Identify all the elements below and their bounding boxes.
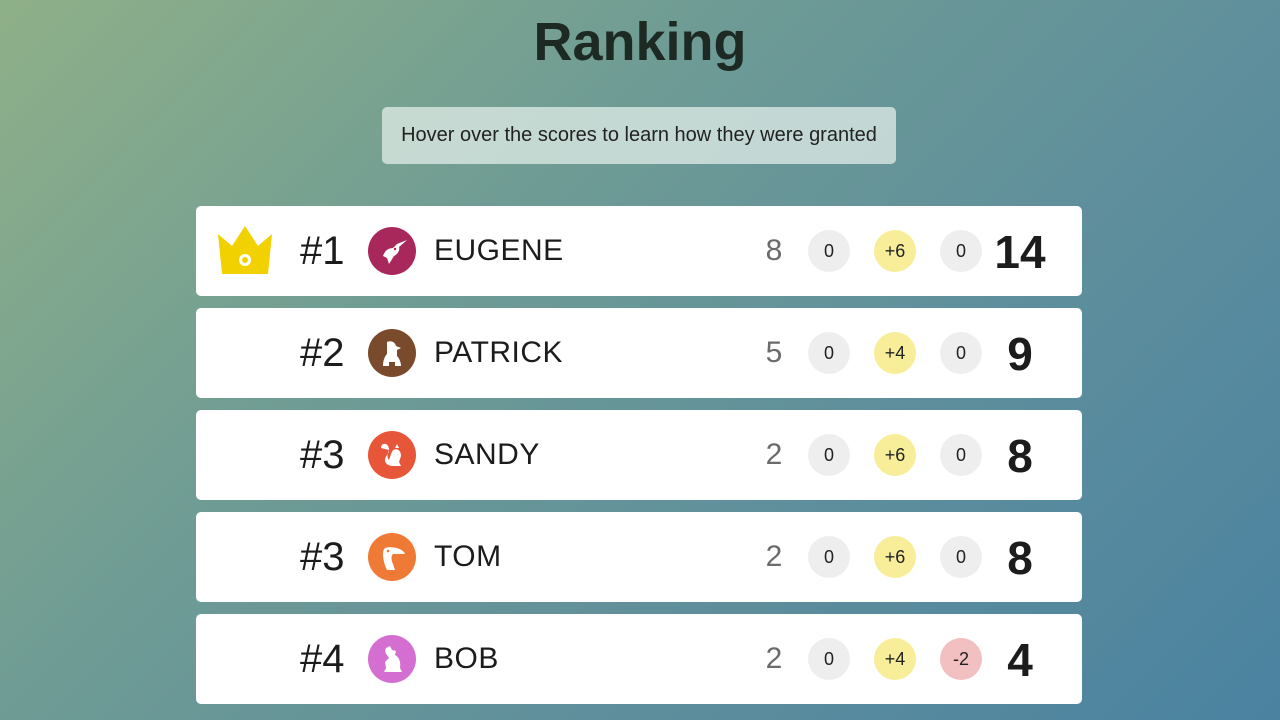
player-name: BOB [434,642,499,675]
score-pill[interactable]: 0 [808,434,850,476]
hummingbird-icon [383,240,407,264]
base-score[interactable]: 8 [754,206,794,296]
ranking-row: #1 EUGENE 8 0 +6 0 14 [196,206,1082,296]
ranking-list: #1 EUGENE 8 0 +6 0 14 #2 PATRICK 5 0 +4 … [196,206,1082,716]
player-name: TOM [434,540,502,573]
score-pill[interactable]: 0 [940,332,982,374]
total-score[interactable]: 8 [980,512,1060,602]
base-score[interactable]: 2 [754,512,794,602]
ranking-row: #3 SANDY 2 0 +6 0 8 [196,410,1082,500]
total-score[interactable]: 4 [980,614,1060,704]
bonus-score-pill[interactable]: +4 [874,638,916,680]
page-title: Ranking [533,12,747,72]
rank-label: #3 [300,433,345,477]
total-score[interactable]: 8 [980,410,1060,500]
bonus-score-pill[interactable]: +6 [874,536,916,578]
hint-banner: Hover over the scores to learn how they … [382,107,896,164]
player-avatar [368,227,416,275]
bonus-score-pill[interactable]: +6 [874,230,916,272]
score-pill[interactable]: 0 [808,536,850,578]
bonus-score-pill[interactable]: +4 [874,332,916,374]
player-avatar [368,329,416,377]
total-score[interactable]: 9 [980,308,1060,398]
player-avatar [368,431,416,479]
score-pill[interactable]: 0 [808,230,850,272]
score-pill[interactable]: 0 [940,230,982,272]
ranking-row: #2 PATRICK 5 0 +4 0 9 [196,308,1082,398]
crown-icon [218,226,272,274]
rank-label: #2 [300,331,345,375]
penalty-score-pill[interactable]: -2 [940,638,982,680]
bonus-score-pill[interactable]: +6 [874,434,916,476]
score-pill[interactable]: 0 [940,434,982,476]
base-score[interactable]: 5 [754,308,794,398]
score-pill[interactable]: 0 [808,332,850,374]
squirrel-icon [381,443,401,466]
dog-sitting-icon [384,646,402,672]
base-score[interactable]: 2 [754,614,794,704]
player-avatar [368,533,416,581]
dog-icon [383,341,401,366]
base-score[interactable]: 2 [754,410,794,500]
rank-label: #4 [300,637,345,681]
player-name: SANDY [434,438,540,471]
score-pill[interactable]: 0 [940,536,982,578]
ranking-row: #4 BOB 2 0 +4 -2 4 [196,614,1082,704]
score-pill[interactable]: 0 [808,638,850,680]
player-avatar [368,635,416,683]
rank-label: #1 [300,229,345,273]
rank-label: #3 [300,535,345,579]
ranking-row: #3 TOM 2 0 +6 0 8 [196,512,1082,602]
toucan-icon [383,547,405,570]
total-score[interactable]: 14 [980,206,1060,296]
player-name: PATRICK [434,336,564,369]
player-name: EUGENE [434,234,564,267]
